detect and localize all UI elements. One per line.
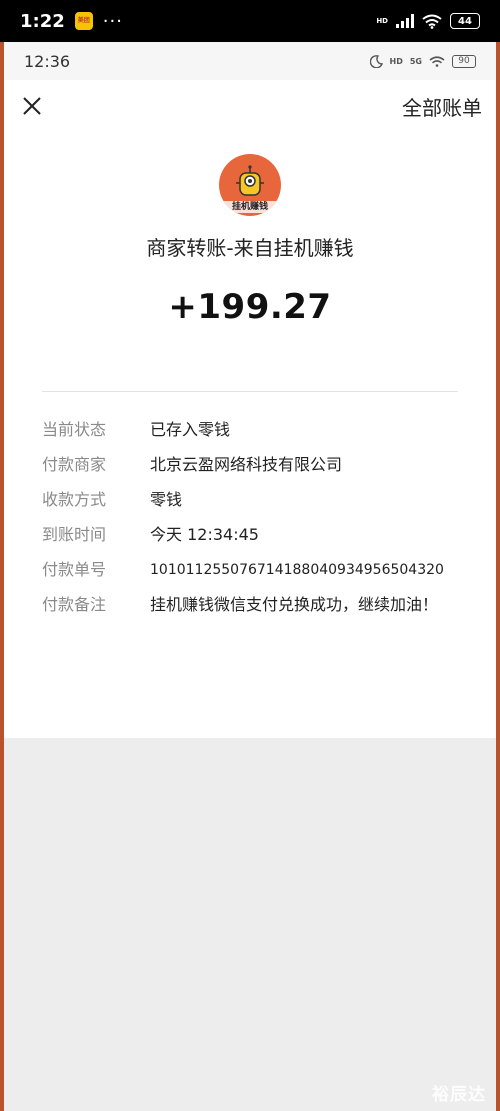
detail-row-label: 付款备注	[42, 595, 107, 614]
detail-row-label: 付款单号	[42, 560, 107, 579]
wifi-icon	[422, 14, 442, 29]
detail-row-label: 当前状态	[42, 420, 107, 439]
close-icon	[23, 97, 41, 115]
all-bills-link[interactable]: 全部账单	[402, 92, 482, 121]
transfer-title: 商家转账-来自挂机赚钱	[146, 236, 354, 260]
watermark-text: 裕辰达	[432, 1085, 486, 1105]
inner-hd-label: HD	[389, 56, 403, 66]
close-button[interactable]	[20, 94, 44, 118]
detail-row-status: 当前状态 已存入零钱	[42, 418, 466, 442]
inner-screen: 12:36 HD 5G 90 全部账单 挂机赚钱 商家转账-来自挂机赚钱 +19…	[4, 42, 496, 1111]
more-notifications-icon: ···	[102, 10, 123, 32]
outer-battery-icon: 44	[450, 13, 480, 29]
inner-status-indicators: HD 5G 90	[369, 54, 476, 68]
avatar-caption: 挂机赚钱	[219, 201, 281, 213]
detail-row-label: 到账时间	[42, 525, 107, 544]
outer-status-bar: 1:22 美团 ··· HD 44	[0, 0, 500, 42]
inner-battery-icon: 90	[452, 54, 476, 68]
detail-row-value: 北京云盈网络科技有限公司	[150, 455, 343, 474]
meituan-app-icon: 美团	[74, 12, 93, 30]
outer-hd-label: HD	[376, 17, 388, 25]
signal-icon	[396, 14, 414, 28]
robot-logo-icon	[236, 165, 264, 196]
detail-row-remark: 付款备注 挂机赚钱微信支付兑换成功，继续加油！	[42, 593, 466, 617]
detail-row-label: 付款商家	[42, 455, 107, 474]
detail-row-value: 10101125507671418804093495650432​0	[150, 562, 444, 578]
inner-status-time: 12:36	[24, 51, 71, 71]
transfer-amount: +199.27	[168, 287, 332, 327]
merchant-avatar-wrap: 挂机赚钱	[4, 132, 496, 216]
detail-row-merchant: 付款商家 北京云盈网络科技有限公司	[42, 453, 466, 477]
detail-row-time: 到账时间 今天 12:34:45	[42, 523, 466, 547]
detail-row-value: 零钱	[150, 490, 183, 509]
detail-row-value: 挂机赚钱微信支付兑换成功，继续加油！	[150, 595, 439, 614]
top-nav-bar: 全部账单	[4, 80, 496, 132]
transaction-detail-card: 挂机赚钱 商家转账-来自挂机赚钱 +199.27 当前状态 已存入零钱 付款商家…	[4, 132, 496, 738]
detail-divider	[42, 391, 458, 392]
detail-row-value: 今天 12:34:45	[150, 525, 259, 544]
detail-rows: 当前状态 已存入零钱 付款商家 北京云盈网络科技有限公司 收款方式 零钱 到账时…	[42, 418, 466, 628]
inner-wifi-icon	[429, 55, 445, 67]
moon-icon	[369, 54, 383, 68]
inner-network-label: 5G	[409, 56, 422, 66]
detail-row-value: 已存入零钱	[150, 420, 231, 439]
outer-status-time: 1:22	[20, 10, 65, 32]
outer-status-indicators: HD 44	[376, 13, 480, 29]
detail-row-label: 收款方式	[42, 490, 107, 509]
detail-row-order-number: 付款单号 10101125507671418804093495650432​0	[42, 558, 466, 582]
merchant-avatar: 挂机赚钱	[219, 154, 281, 216]
detail-row-method: 收款方式 零钱	[42, 488, 466, 512]
inner-status-bar: 12:36 HD 5G 90	[4, 42, 496, 80]
